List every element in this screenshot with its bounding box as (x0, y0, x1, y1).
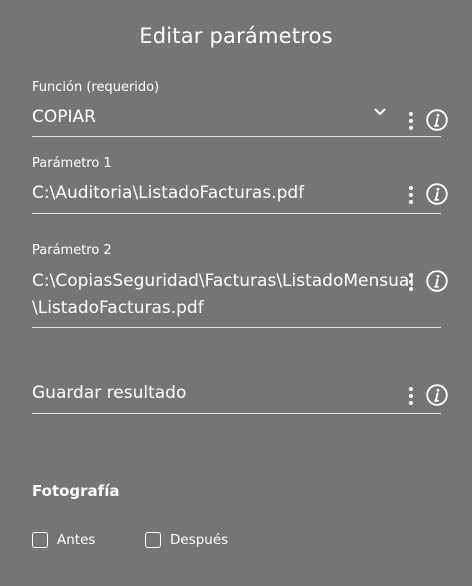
param2-input[interactable]: C:\CopiasSeguridad\Facturas\ListadoMensu… (32, 265, 441, 328)
before-checkbox-label: Antes (57, 532, 96, 548)
param1-label: Parámetro 1 (32, 156, 112, 171)
save-result-placeholder: Guardar resultado (32, 383, 187, 403)
function-value: COPIAR (32, 107, 96, 127)
dialog-title: Editar parámetros (139, 24, 333, 48)
after-checkbox-label: Después (170, 532, 229, 548)
photo-section-title: Fotografía (32, 482, 120, 500)
param1-info-icon[interactable] (426, 183, 448, 205)
param2-more-icon[interactable] (406, 272, 416, 292)
after-checkbox-row[interactable]: Después (145, 532, 228, 548)
function-more-icon[interactable] (406, 111, 416, 131)
param2-label: Parámetro 2 (32, 243, 112, 258)
function-info-icon[interactable] (426, 109, 448, 131)
function-label: Función (requerido) (32, 80, 160, 95)
param1-input[interactable]: C:\Auditoria\ListadoFacturas.pdf (32, 180, 441, 214)
param1-more-icon[interactable] (406, 185, 416, 205)
function-select[interactable]: COPIAR (32, 104, 441, 137)
param2-info-icon[interactable] (426, 270, 448, 292)
save-result-more-icon[interactable] (406, 386, 416, 406)
save-result-input[interactable]: Guardar resultado (32, 380, 441, 414)
save-result-info-icon[interactable] (426, 384, 448, 406)
before-checkbox[interactable] (32, 532, 48, 548)
param2-value: C:\CopiasSeguridad\Facturas\ListadoMensu… (32, 271, 415, 318)
after-checkbox[interactable] (145, 532, 161, 548)
chevron-down-icon[interactable] (374, 107, 386, 117)
before-checkbox-row[interactable]: Antes (32, 532, 95, 548)
param1-value: C:\Auditoria\ListadoFacturas.pdf (32, 183, 305, 203)
